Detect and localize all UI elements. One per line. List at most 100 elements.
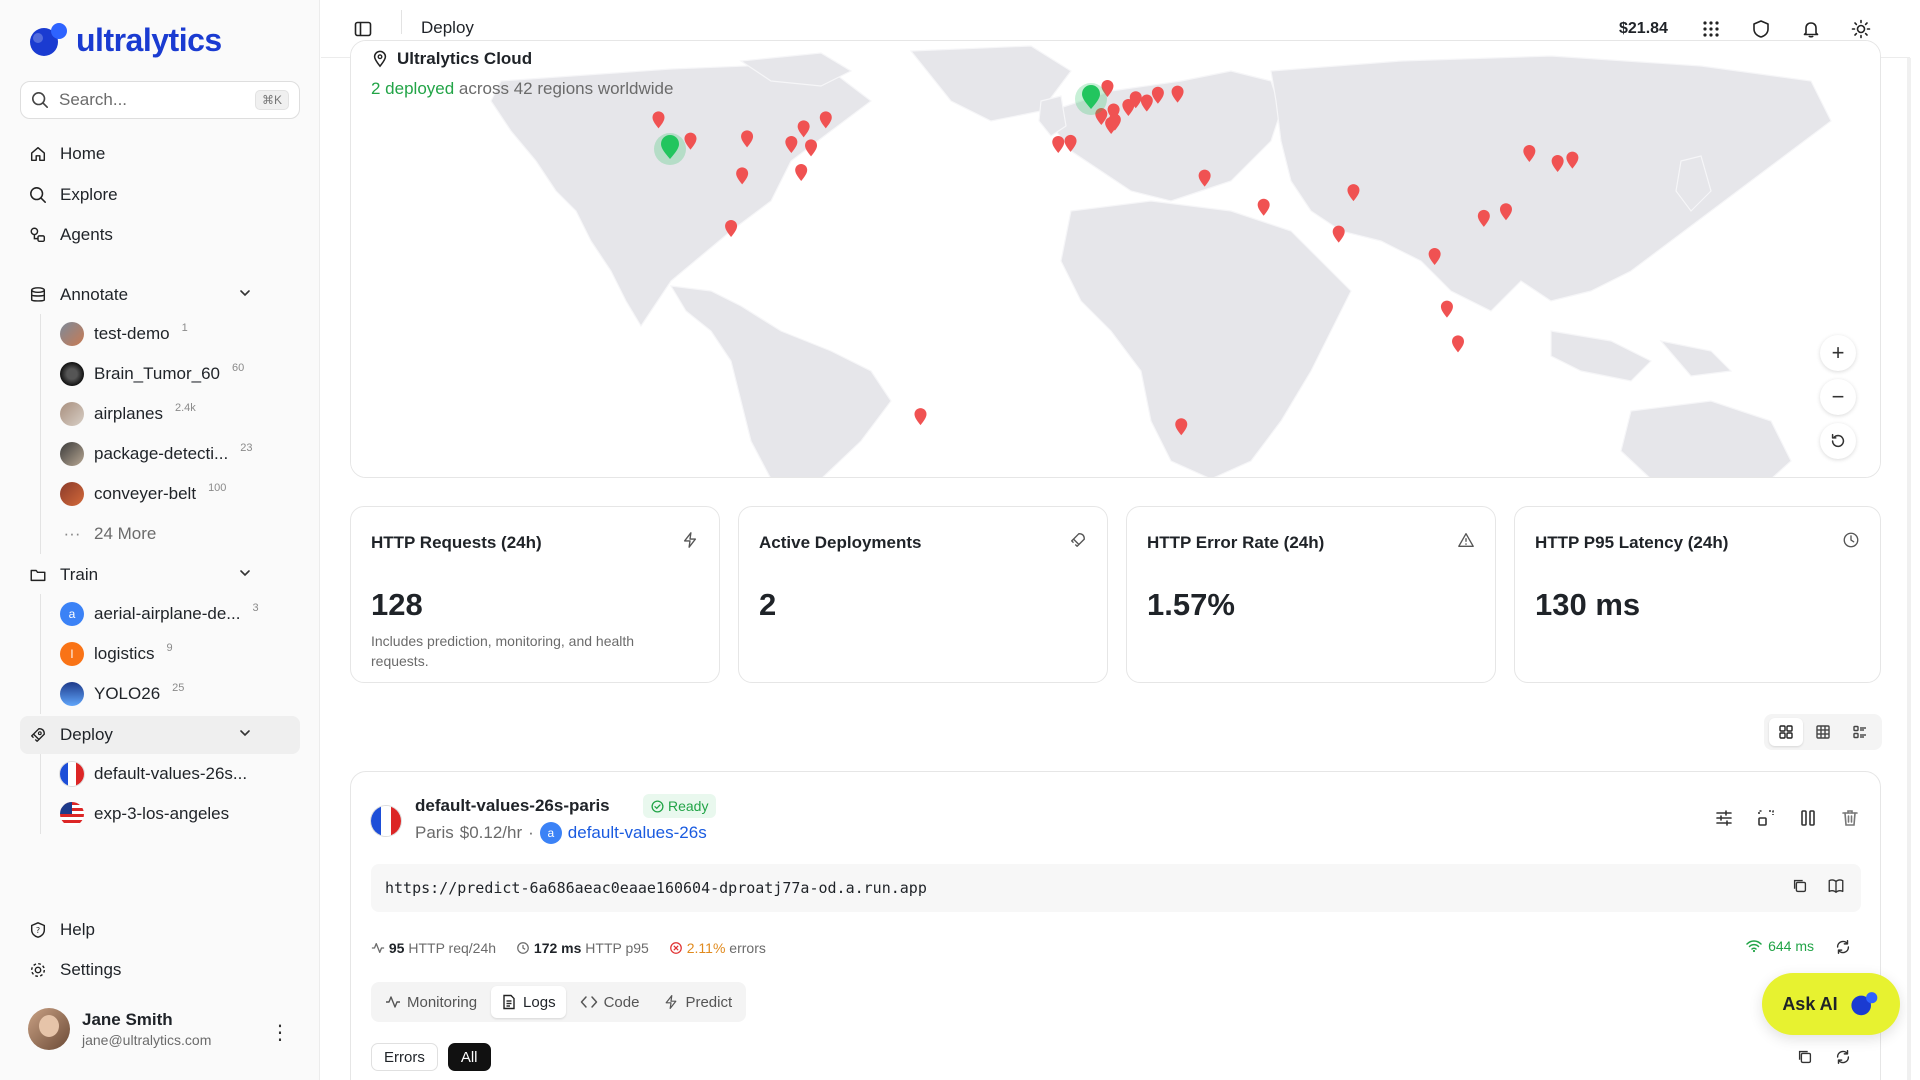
tab-logs[interactable]: Logs [491, 986, 566, 1018]
requests-label: HTTP req/24h [408, 940, 497, 956]
dataset-item-airplanes[interactable]: airplanes 2.4k [60, 399, 196, 429]
status-text: Ready [668, 798, 709, 814]
model-link[interactable]: default-values-26s [568, 823, 707, 843]
filter-errors[interactable]: Errors [371, 1043, 438, 1071]
world-map-card: Ultralytics Cloud 2 deployed across 42 r… [350, 40, 1881, 478]
grid-view-icon[interactable] [1769, 718, 1804, 746]
stat-title: Active Deployments [759, 533, 922, 552]
user-name: Jane Smith [82, 1010, 173, 1029]
sun-icon[interactable] [1849, 17, 1873, 41]
dataset-label: package-detecti... [94, 444, 229, 463]
usa-flag-icon [60, 802, 84, 826]
endpoint-url[interactable]: https://predict-6a686aeac0eaae160604-dpr… [385, 879, 927, 897]
pause-icon[interactable] [1798, 808, 1818, 833]
filter-all[interactable]: All [447, 1043, 491, 1071]
refresh-icon[interactable] [1834, 1048, 1852, 1071]
active-deployment-pin[interactable] [1075, 83, 1107, 115]
dataset-item-brain-tumor[interactable]: Brain_Tumor_60 60 [60, 359, 244, 389]
ask-ai-button[interactable]: Ask AI [1762, 973, 1900, 1035]
more-datasets-link[interactable]: ··· 24 More [60, 519, 157, 549]
project-item-logistics[interactable]: l logistics 9 [60, 639, 173, 669]
logo[interactable]: ultralytics [26, 20, 222, 60]
account-balance[interactable]: $21.84 [1619, 20, 1668, 38]
book-icon[interactable] [1827, 877, 1845, 899]
deployment-item-paris[interactable]: default-values-26s... [60, 759, 247, 789]
refresh-icon[interactable] [1834, 938, 1852, 961]
stat-title: HTTP Error Rate (24h) [1147, 533, 1325, 552]
copy-icon[interactable] [1791, 877, 1809, 899]
scan-icon[interactable] [1756, 808, 1776, 833]
lightning-icon [681, 531, 699, 554]
refresh-icon [1831, 433, 1845, 448]
agents-icon [28, 225, 48, 245]
sidebar-item-annotate[interactable]: Annotate [28, 278, 250, 312]
sidebar-item-agents[interactable]: Agents [28, 218, 113, 252]
p95-metric: 172 ms HTTP p95 [516, 940, 649, 956]
chevron-down-icon[interactable] [238, 725, 252, 745]
reset-view-button[interactable] [1820, 423, 1856, 459]
dataset-count: 23 [240, 442, 253, 454]
status-badge: Ready [643, 794, 717, 818]
dataset-count: 100 [208, 482, 227, 494]
bell-icon[interactable] [1799, 17, 1823, 41]
project-item-yolo26[interactable]: YOLO26 25 [60, 679, 184, 709]
tab-predict[interactable]: Predict [653, 986, 742, 1018]
search-input[interactable]: Search... ⌘K [20, 81, 300, 119]
sidebar-item-settings[interactable]: Settings [28, 953, 121, 987]
trash-icon[interactable] [1840, 808, 1860, 833]
sidebar-item-label: Explore [60, 185, 118, 204]
zoom-out-button[interactable]: − [1820, 379, 1856, 415]
map-title: Ultralytics Cloud [371, 49, 673, 69]
dataset-label: test-demo [94, 324, 170, 343]
copy-icon[interactable] [1796, 1048, 1814, 1071]
model-avatar: a [539, 822, 562, 844]
scrollbar[interactable] [1907, 58, 1911, 1080]
deployment-name[interactable]: default-values-26s-paris [415, 796, 610, 816]
project-label: aerial-airplane-de... [94, 604, 241, 623]
rocket-icon [28, 725, 48, 745]
deployment-item-los-angeles[interactable]: exp-3-los-angeles [60, 799, 229, 829]
ultralytics-logo-icon [1851, 992, 1877, 1016]
ultralytics-logo-icon [30, 23, 67, 56]
deployment-actions [1714, 808, 1860, 833]
clock-icon [517, 942, 529, 954]
dataset-item-conveyer-belt[interactable]: conveyer-belt 100 [60, 479, 226, 509]
warning-icon [1457, 531, 1475, 554]
sidebar-toggle-icon[interactable] [351, 17, 375, 41]
project-item-aerial-airplane[interactable]: a aerial-airplane-de... 3 [60, 599, 259, 629]
user-profile[interactable]: Jane Smith jane@ultralytics.com [28, 1008, 211, 1050]
zoom-in-button[interactable]: + [1820, 335, 1856, 371]
logo-text: ultralytics [76, 21, 222, 58]
sidebar-item-train[interactable]: Train [28, 558, 250, 592]
list-view-icon[interactable] [1843, 718, 1877, 746]
tab-code[interactable]: Code [570, 986, 650, 1018]
tab-label: Code [603, 993, 640, 1011]
errors-metric: 2.11% errors [669, 940, 766, 956]
shield-icon[interactable] [1749, 17, 1773, 41]
stat-value: 2 [759, 587, 777, 622]
sidebar-item-home[interactable]: Home [28, 137, 105, 171]
world-map[interactable] [351, 41, 1881, 478]
apps-grid-icon[interactable] [1699, 17, 1723, 41]
chevron-down-icon[interactable] [238, 285, 252, 305]
sidebar-item-label: Deploy [60, 725, 113, 744]
dataset-count: 2.4k [175, 402, 196, 414]
deployment-metrics: 95 HTTP req/24h 172 ms HTTP p95 2.11% er… [371, 940, 766, 956]
sidebar-item-explore[interactable]: Explore [28, 178, 118, 212]
p95-value: 172 ms [533, 940, 582, 956]
sidebar-item-help[interactable]: ? Help [28, 913, 95, 947]
table-view-icon[interactable] [1806, 718, 1840, 746]
dataset-item-package-detection[interactable]: package-detecti... 23 [60, 439, 252, 469]
regions-text: across 42 regions worldwide [458, 79, 674, 98]
sidebar-item-deploy[interactable]: Deploy [28, 718, 250, 752]
dataset-item-test-demo[interactable]: test-demo 1 [60, 319, 188, 349]
chevron-down-icon[interactable] [238, 565, 252, 585]
sliders-icon[interactable] [1714, 808, 1734, 833]
more-vertical-icon[interactable]: ⋮ [270, 1020, 290, 1045]
tab-monitoring[interactable]: Monitoring [375, 986, 487, 1018]
deployment-price: $0.12/hr [459, 823, 523, 842]
stat-value: 128 [371, 587, 423, 622]
stat-description: Includes prediction, monitoring, and hea… [371, 633, 635, 669]
error-circle-icon [669, 942, 682, 954]
active-deployment-pin[interactable] [654, 133, 686, 165]
